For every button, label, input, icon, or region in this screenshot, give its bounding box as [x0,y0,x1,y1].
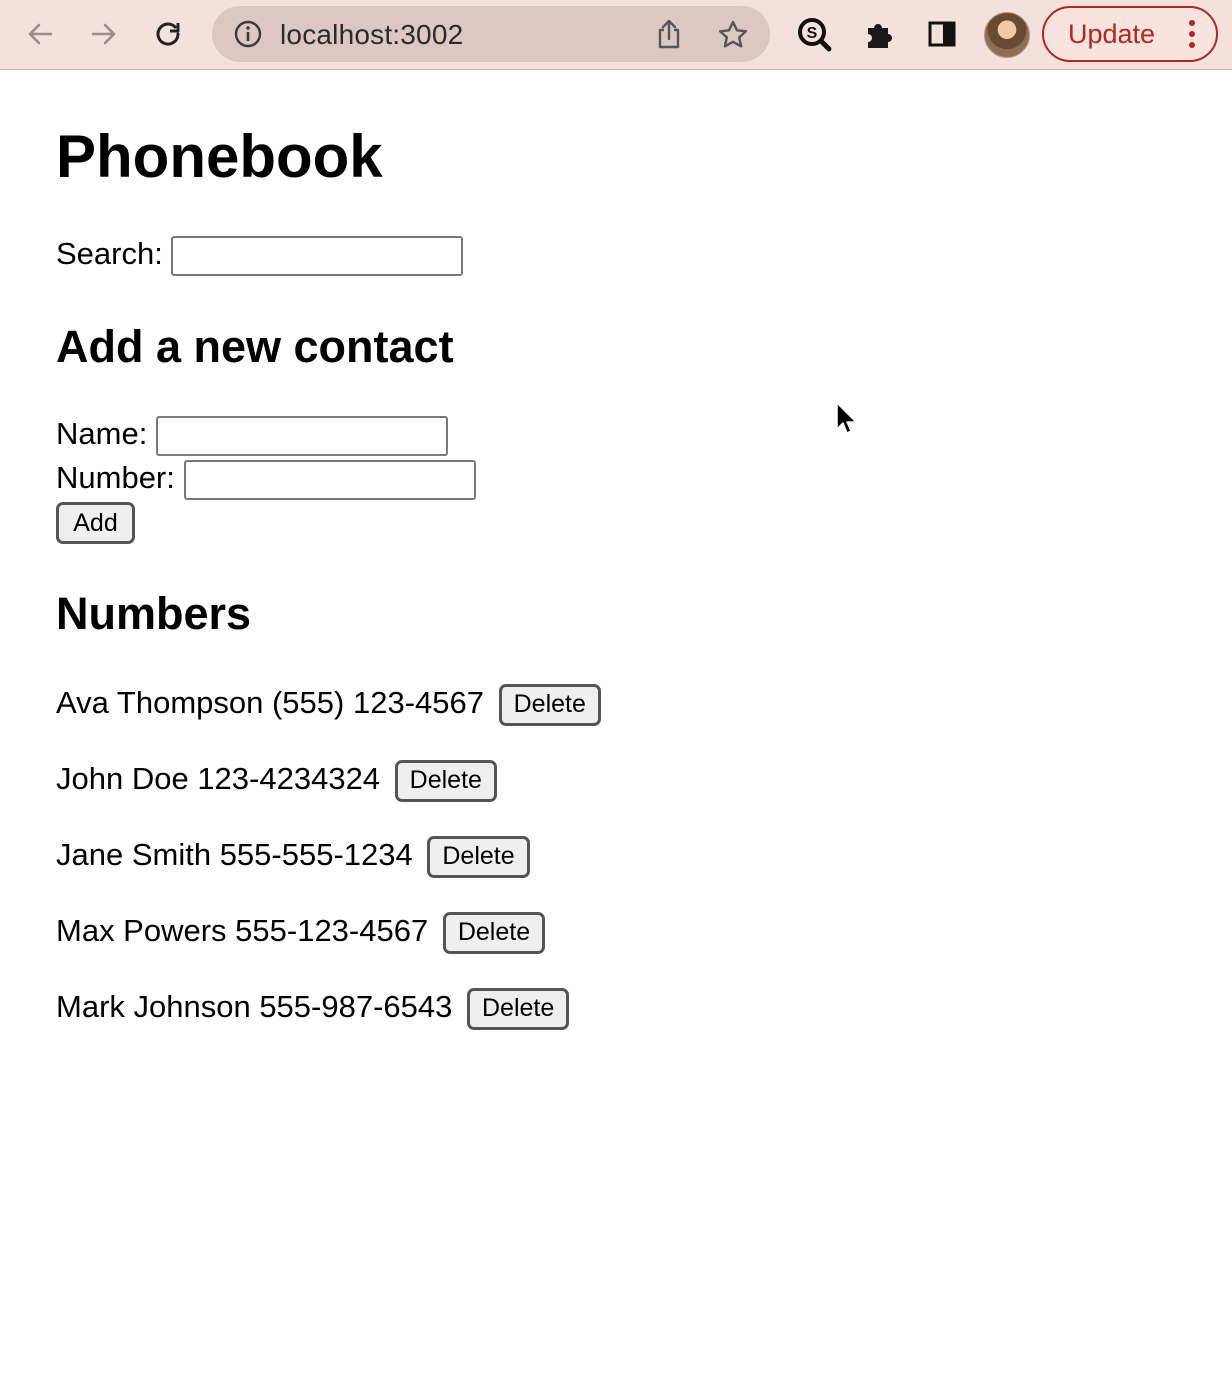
share-icon[interactable] [652,18,686,52]
delete-button[interactable]: Delete [467,987,570,1030]
contact-text: Max Powers 555-123-4567 [56,913,429,948]
number-input[interactable] [183,459,476,500]
mouse-cursor-icon [836,402,858,436]
browser-toolbar: localhost:3002 S Update [0,0,1232,70]
reload-icon[interactable] [148,14,188,54]
update-label: Update [1068,18,1156,49]
delete-button[interactable]: Delete [427,835,530,878]
name-row: Name: [56,414,448,456]
search-label: Search: [56,236,163,271]
side-panel-icon[interactable] [922,14,962,54]
contact-item: John Doe 123-4234324 Delete [56,758,601,834]
address-bar[interactable]: localhost:3002 [212,6,770,62]
search-extension-icon[interactable]: S [794,14,834,54]
address-url[interactable]: localhost:3002 [280,19,463,51]
add-contact-heading: Add a new contact [56,321,454,372]
forward-arrow-icon[interactable] [84,14,124,54]
contact-text: Ava Thompson (555) 123-4567 [56,685,484,720]
profile-avatar[interactable] [984,12,1030,58]
search-row: Search: [56,234,464,276]
delete-button[interactable]: Delete [442,911,546,954]
site-info-icon[interactable] [232,18,264,50]
contacts-list: Ava Thompson (555) 123-4567 Delete John … [56,682,601,1062]
contact-item: Ava Thompson (555) 123-4567 Delete [56,682,601,758]
contact-item: Max Powers 555-123-4567 Delete [56,910,601,986]
search-input[interactable] [171,235,464,276]
number-label: Number: [56,460,175,495]
number-row: Number: [56,458,476,500]
menu-dots-icon [1188,20,1196,50]
contact-text: Jane Smith 555-555-1234 [56,837,413,872]
numbers-heading: Numbers [56,588,252,639]
delete-button[interactable]: Delete [394,759,497,802]
update-button[interactable]: Update [1042,6,1218,62]
back-arrow-icon[interactable] [20,14,60,54]
delete-button[interactable]: Delete [498,683,601,726]
extensions-puzzle-icon[interactable] [858,14,898,54]
contact-text: Mark Johnson 555-987-6543 [56,989,453,1024]
bookmark-star-icon[interactable] [716,18,750,52]
contact-text: John Doe 123-4234324 [56,761,381,796]
contact-item: Mark Johnson 555-987-6543 Delete [56,986,601,1062]
contact-item: Jane Smith 555-555-1234 Delete [56,834,601,910]
svg-text:S: S [807,25,818,42]
name-input[interactable] [155,415,448,456]
page-title: Phonebook [56,123,383,190]
add-button[interactable]: Add [56,502,135,544]
name-label: Name: [56,416,148,451]
